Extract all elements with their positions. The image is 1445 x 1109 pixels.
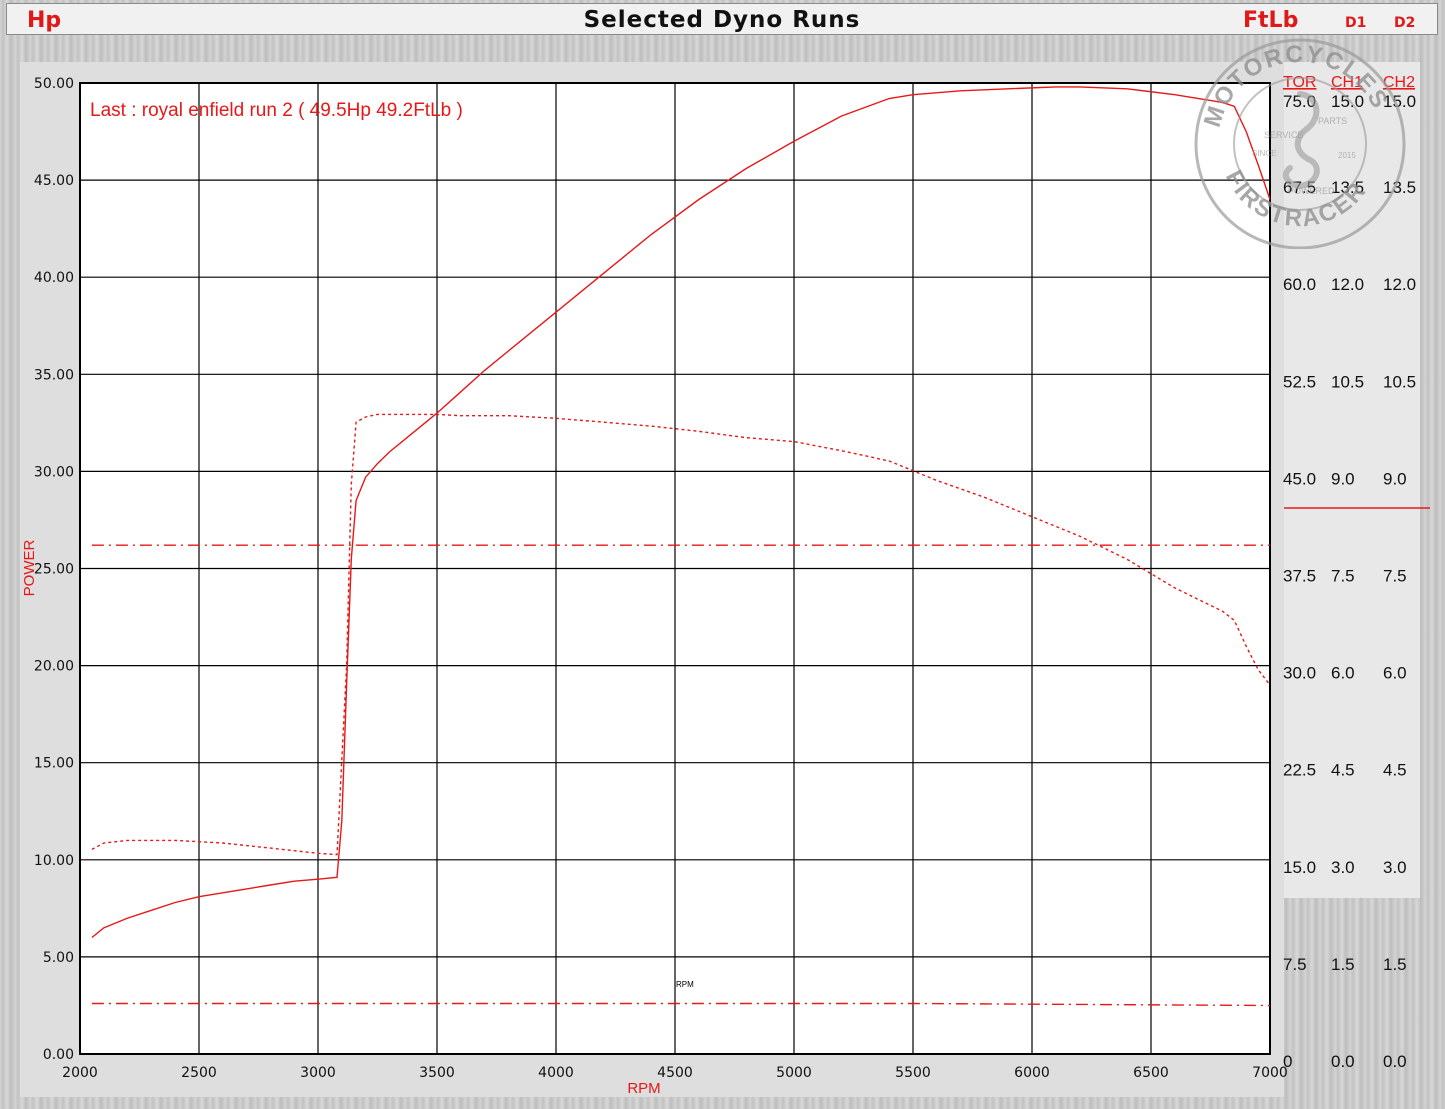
cobra-icon <box>1282 91 1320 190</box>
run-annotation: Last : royal enfield run 2 ( 49.5Hp 49.2… <box>90 100 463 121</box>
right-axis-tick-label: 37.5 <box>1283 567 1316 586</box>
right-axis-tick-label: 15.0 <box>1283 858 1316 877</box>
y-tick-label: 35.00 <box>34 367 74 383</box>
right-axis-tick-label: 9.0 <box>1383 469 1407 488</box>
y-tick-label: 30.00 <box>34 464 74 480</box>
y-tick-label: 15.00 <box>34 756 74 772</box>
y-tick-label: 50.00 <box>34 76 74 92</box>
right-axis-tick-label: 12.0 <box>1331 275 1364 294</box>
right-axis-tick-label: 7.5 <box>1383 567 1407 586</box>
y-tick-label: 0.00 <box>43 1047 74 1063</box>
right-axis-tick-label: 12.0 <box>1383 275 1416 294</box>
right-axis-tick-label: 0.0 <box>1331 1052 1355 1071</box>
x-tick-label: 3000 <box>300 1065 336 1081</box>
rpm-marker: RPM <box>676 980 694 989</box>
x-tick-label: 6500 <box>1133 1065 1169 1081</box>
right-axis-tick-label: 22.5 <box>1283 761 1316 780</box>
x-tick-label: 5000 <box>776 1065 812 1081</box>
y-tick-label: 40.00 <box>34 270 74 286</box>
x-tick-label: 4500 <box>657 1065 693 1081</box>
y-tick-label: 20.00 <box>34 659 74 675</box>
x-tick-label: 6000 <box>1014 1065 1050 1081</box>
x-tick-label: 2000 <box>62 1065 98 1081</box>
right-axis-tick-label: 6.0 <box>1331 664 1355 683</box>
right-axis-tick-label: 3.0 <box>1331 858 1355 877</box>
y-tick-label: 5.00 <box>43 950 74 966</box>
right-axis-tick-label: 7.5 <box>1283 955 1307 974</box>
stamp-word-2: PARTS <box>1318 116 1347 126</box>
y-axis-title: POWER <box>21 540 38 597</box>
right-axis-tick-label: 4.5 <box>1383 761 1407 780</box>
right-axis-tick-label: 10.5 <box>1331 372 1364 391</box>
x-tick-label: 2500 <box>181 1065 217 1081</box>
stamp-bottom-text: FIRSTRACER <box>1220 166 1370 233</box>
right-axis-tick-label: 10.5 <box>1383 372 1416 391</box>
right-axis-tick-label: 0 <box>1283 1052 1292 1071</box>
right-axis-tick-label: 4.5 <box>1331 761 1355 780</box>
stamp-word-5: 2015 <box>1338 151 1356 160</box>
y-tick-label: 10.00 <box>34 853 74 869</box>
right-axis-tick-label: 45.0 <box>1283 469 1316 488</box>
svg-text:MOTORCYCLES: MOTORCYCLES <box>1199 41 1394 131</box>
right-axis-tick-label: 1.5 <box>1383 955 1407 974</box>
y-tick-label: 25.00 <box>34 562 74 578</box>
right-axis-tick-label: 60.0 <box>1283 275 1316 294</box>
firstracer-stamp-logo: MOTORCYCLES FIRSTRACER SERVICE PARTS POW… <box>1194 38 1406 249</box>
x-tick-label: 4000 <box>538 1065 574 1081</box>
right-axis-tick-label: 0.0 <box>1383 1052 1407 1071</box>
right-axis-tick-label: 1.5 <box>1331 955 1355 974</box>
right-axis-tick-label: 7.5 <box>1331 567 1355 586</box>
right-axis-tick-label: 30.0 <box>1283 664 1316 683</box>
x-axis-title: RPM <box>627 1080 660 1097</box>
stamp-word-4: SINCE <box>1252 149 1276 158</box>
y-tick-label: 45.00 <box>34 173 74 189</box>
right-axis-tick-label: 9.0 <box>1331 469 1355 488</box>
x-tick-label: 5500 <box>895 1065 931 1081</box>
svg-text:FIRSTRACER: FIRSTRACER <box>1220 166 1372 233</box>
right-axis-tick-label: 6.0 <box>1383 664 1407 683</box>
x-tick-label: 3500 <box>419 1065 455 1081</box>
right-axis-tick-label: 52.5 <box>1283 372 1316 391</box>
right-axis-tick-label: 3.0 <box>1383 858 1407 877</box>
stamp-top-text: MOTORCYCLES <box>1199 41 1392 131</box>
